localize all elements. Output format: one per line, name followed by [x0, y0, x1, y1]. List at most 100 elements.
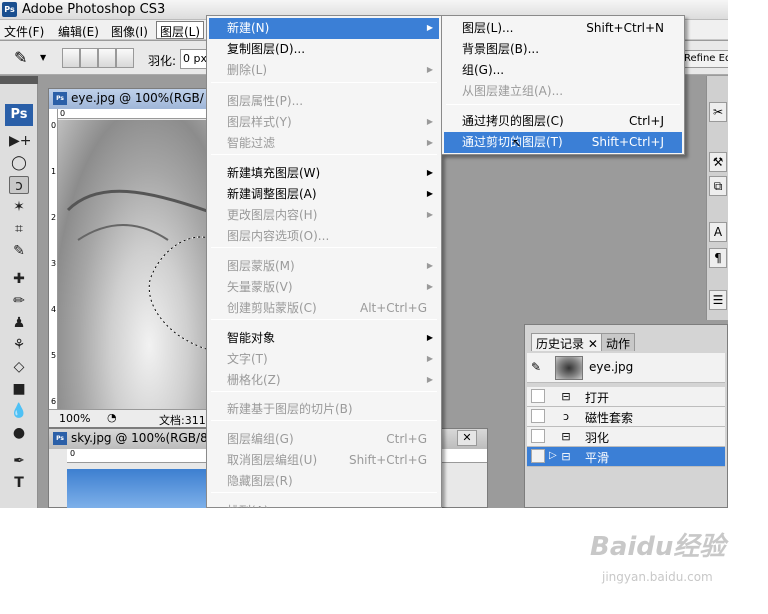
refine-edge-button[interactable]: Refine Edge [680, 50, 728, 68]
eraser-tool-icon[interactable]: ◇ [9, 358, 29, 376]
submenu-arrow-icon: ▶ [426, 189, 433, 198]
history-source-checkbox[interactable] [531, 449, 545, 463]
zoom-level[interactable]: 100% [59, 412, 90, 425]
layer-menu-item[interactable]: 图层样式(Y) ▶ [209, 112, 439, 133]
intersect-selection-button[interactable] [116, 48, 134, 68]
layer-menu-item[interactable]: 排列(A) ▶ [209, 501, 439, 508]
brushes-icon[interactable]: ⚒ [709, 152, 727, 172]
document-title-bar[interactable]: Ps eye.jpg @ 100%(RGB/ [49, 89, 210, 109]
feather-label: 羽化: [148, 54, 177, 68]
layer-menu-item[interactable]: 栅格化(Z) ▶ [209, 370, 439, 391]
subtract-selection-button[interactable] [98, 48, 116, 68]
new-submenu-item[interactable]: 通过拷贝的图层(C) Ctrl+J [444, 111, 682, 132]
history-source-checkbox[interactable] [531, 409, 545, 423]
clone-source-icon[interactable]: ⧉ [709, 176, 727, 196]
history-step-selected[interactable]: ▷ ⊟ 平滑 [527, 447, 725, 467]
dodge-tool-icon[interactable]: ● [9, 424, 29, 442]
document-window-eye[interactable]: Ps eye.jpg @ 100%(RGB/ 0 0 1 2 3 4 5 6 1… [48, 88, 211, 428]
menu-separator [211, 82, 437, 83]
menu-item-label: 矢量蒙版(V) [227, 280, 293, 294]
gradient-tool-icon[interactable]: ■ [9, 380, 29, 398]
layer-menu-item[interactable]: 图层编组(G) Ctrl+G [209, 429, 439, 450]
close-icon[interactable]: ✕ [457, 430, 477, 446]
layer-menu-item[interactable]: 矢量蒙版(V) ▶ [209, 277, 439, 298]
magic-wand-tool-icon[interactable]: ✶ [9, 198, 29, 216]
history-step[interactable]: ⊟ 羽化 [527, 427, 725, 447]
menu-item-label: 删除(L) [227, 63, 268, 77]
photoshop-logo-icon: Ps [2, 2, 17, 17]
menu-item-label: 栅格化(Z) [227, 373, 281, 387]
history-step-label: 平滑 [585, 451, 610, 465]
layer-menu-item[interactable]: 更改图层内容(H) ▶ [209, 205, 439, 226]
lasso-preset-icon[interactable]: ✎ [14, 48, 27, 67]
layer-menu-item[interactable]: 删除(L) ▶ [209, 60, 439, 81]
lasso-tool-icon[interactable]: ↄ [9, 176, 29, 194]
layer-menu-item[interactable]: 取消图层编组(U) Shift+Ctrl+G [209, 450, 439, 471]
pen-tool-icon[interactable]: ✒ [9, 452, 29, 470]
layer-menu-item[interactable]: 智能过滤 ▶ [209, 133, 439, 154]
layer-menu-item[interactable]: 图层属性(P)... [209, 91, 439, 112]
layer-menu-item[interactable]: 文字(T) ▶ [209, 349, 439, 370]
history-step[interactable]: ↄ 磁性套索 [527, 407, 725, 427]
ruler-label: 0 [51, 121, 57, 130]
feather-input[interactable]: 0 px [180, 49, 208, 69]
submenu-arrow-icon: ▶ [426, 354, 433, 363]
new-selection-button[interactable] [62, 48, 80, 68]
type-tool-icon[interactable]: T [9, 474, 29, 492]
tab-actions[interactable]: 动作 [601, 333, 636, 351]
brush-tool-icon[interactable]: ✏ [9, 292, 29, 310]
menu-image[interactable]: 图像(I) [111, 23, 148, 40]
new-submenu-item[interactable]: 组(G)... [444, 60, 682, 81]
layer-menu-item[interactable]: 复制图层(D)... [209, 39, 439, 60]
layer-menu-item[interactable]: 隐藏图层(R) [209, 471, 439, 492]
layer-menu-item[interactable]: 图层蒙版(M) ▶ [209, 256, 439, 277]
sky-image-canvas[interactable] [67, 469, 227, 508]
submenu-arrow-icon: ▶ [426, 282, 433, 291]
history-source-checkbox[interactable] [531, 429, 545, 443]
slice-tool-icon[interactable]: ✎ [9, 242, 29, 260]
layer-menu-item[interactable]: 智能对象 ▶ [209, 328, 439, 349]
eye-image-canvas[interactable] [58, 120, 210, 409]
menu-separator [211, 420, 437, 421]
layer-menu-item[interactable]: 新建基于图层的切片(B) [209, 399, 439, 420]
history-brush-tool-icon[interactable]: ⚘ [9, 336, 29, 354]
move-tool-icon[interactable]: ▶+ [9, 132, 32, 150]
marquee-tool-icon[interactable]: ◯ [9, 154, 29, 172]
close-icon[interactable]: ✕ [588, 337, 598, 351]
healing-brush-tool-icon[interactable]: ✚ [9, 270, 29, 288]
history-snapshot[interactable]: ✎ eye.jpg [527, 353, 725, 383]
layer-menu-item[interactable]: 新建调整图层(A) ▶ [209, 184, 439, 205]
menu-file[interactable]: 文件(F) [4, 23, 44, 40]
ruler-label: 1 [51, 167, 57, 176]
menu-edit[interactable]: 编辑(E) [58, 23, 99, 40]
tool-presets-icon[interactable]: ✂ [709, 102, 727, 122]
layer-menu-item[interactable]: 新建填充图层(W) ▶ [209, 163, 439, 184]
menu-layer[interactable]: 图层(L) [156, 21, 205, 39]
submenu-arrow-icon: ▶ [426, 138, 433, 147]
layer-menu-item[interactable]: 图层内容选项(O)... [209, 226, 439, 247]
crop-tool-icon[interactable]: ⌗ [9, 220, 29, 238]
ruler-label: 0 [60, 109, 66, 118]
layer-menu-item[interactable]: 新建(N) ▶ [209, 18, 439, 39]
history-step-icon: ⊟ [561, 450, 571, 463]
snapshot-label: eye.jpg [589, 360, 634, 374]
tab-history[interactable]: 历史记录 ✕ [531, 333, 603, 351]
status-menu-icon[interactable]: ◔ [107, 411, 117, 424]
new-submenu-item[interactable]: 背景图层(B)... [444, 39, 682, 60]
new-submenu-item[interactable]: 图层(L)... Shift+Ctrl+N [444, 18, 682, 39]
add-selection-button[interactable] [80, 48, 98, 68]
character-icon[interactable]: A [709, 222, 727, 242]
clone-stamp-tool-icon[interactable]: ♟ [9, 314, 29, 332]
history-source-checkbox[interactable] [531, 389, 545, 403]
chevron-down-icon[interactable]: ▼ [40, 53, 46, 62]
history-step[interactable]: ⊟ 打开 [527, 387, 725, 407]
history-brush-source-icon[interactable]: ✎ [531, 360, 541, 374]
layer-menu-item[interactable]: 创建剪贴蒙版(C) Alt+Ctrl+G [209, 298, 439, 319]
history-state-slider-icon[interactable]: ▷ [549, 450, 557, 461]
paragraph-icon[interactable]: ¶ [709, 248, 727, 268]
new-submenu-item[interactable]: 通过剪切的图层(T) Shift+Ctrl+J [444, 132, 682, 153]
new-submenu-item[interactable]: 从图层建立组(A)... [444, 81, 682, 102]
blur-tool-icon[interactable]: 💧 [9, 402, 29, 420]
ruler-label: 3 [51, 259, 57, 268]
layer-comps-icon[interactable]: ☰ [709, 290, 727, 310]
